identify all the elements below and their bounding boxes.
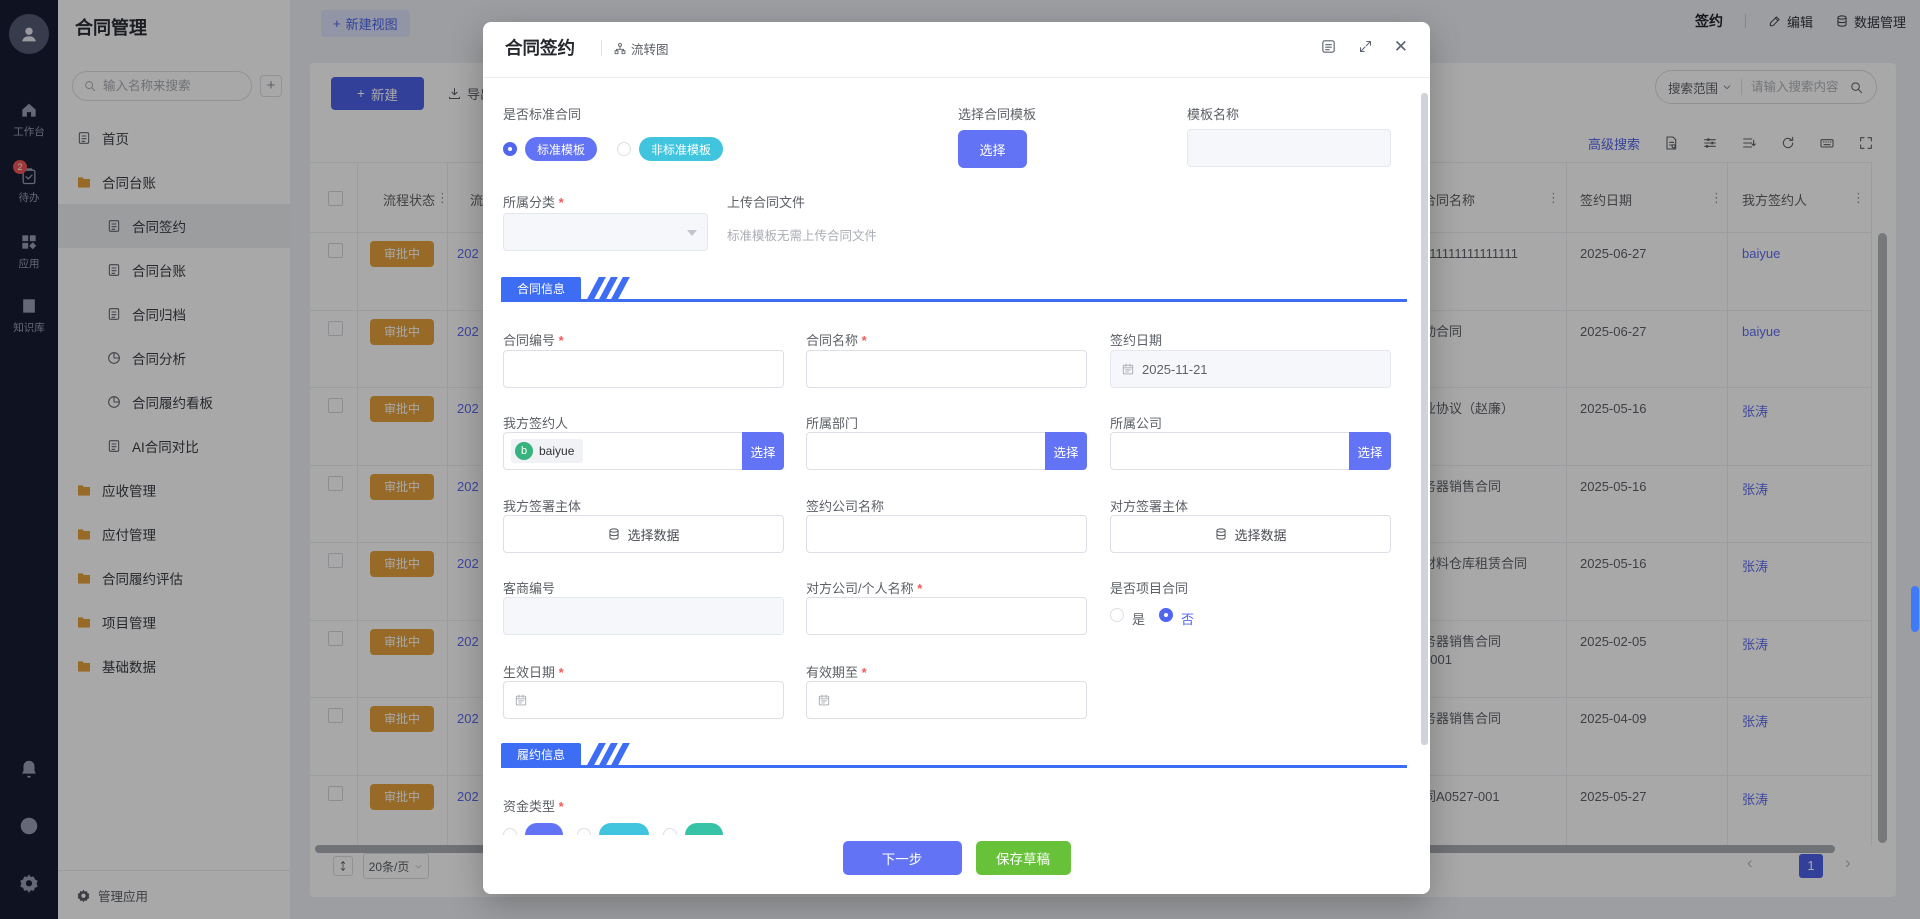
project-yes-radio[interactable] <box>1110 608 1124 622</box>
company-select-button[interactable]: 选择 <box>1349 432 1391 470</box>
sign-company-input[interactable] <box>806 515 1087 553</box>
sign-date-label: 签约日期 <box>1110 330 1162 349</box>
is-project-label: 是否项目合同 <box>1110 578 1188 597</box>
upload-label: 上传合同文件 <box>727 192 805 211</box>
other-name-label: 对方公司/个人名称 <box>806 578 922 597</box>
page-scrollbar-thumb[interactable] <box>1911 586 1919 632</box>
company-field: 选择 <box>1110 432 1391 470</box>
modal-title: 合同签约 <box>505 35 575 60</box>
dept-field: 选择 <box>806 432 1087 470</box>
std-template-radio[interactable] <box>503 142 517 156</box>
modal-header-actions: ✕ <box>1320 38 1408 55</box>
template-name-input[interactable] <box>1187 129 1391 167</box>
category-select[interactable] <box>503 213 708 251</box>
flow-chart-icon <box>613 42 627 56</box>
non-std-template-radio[interactable] <box>617 142 631 156</box>
contract-no-input[interactable] <box>503 350 784 388</box>
project-yes-label: 是 <box>1132 609 1145 628</box>
template-name-label: 模板名称 <box>1187 104 1239 123</box>
project-no-label: 否 <box>1181 609 1194 628</box>
save-draft-button[interactable]: 保存草稿 <box>976 841 1071 875</box>
other-entity-label: 对方签署主体 <box>1110 496 1188 515</box>
company-input[interactable] <box>1110 432 1349 470</box>
effective-date-label: 生效日期 <box>503 662 564 681</box>
sign-date-input[interactable]: 2025-11-21 <box>1110 350 1391 388</box>
dept-select-button[interactable]: 选择 <box>1045 432 1087 470</box>
company-label: 所属公司 <box>1110 413 1162 432</box>
sign-company-label: 签约公司名称 <box>806 496 884 515</box>
our-signer-input[interactable]: b baiyue <box>503 432 742 470</box>
divider <box>601 40 602 56</box>
contract-signing-modal: 合同签约 流转图 ✕ 是否标准合同 标准模板 非标准模板 选择合同模板 选择 模… <box>483 22 1430 894</box>
project-no-radio[interactable] <box>1159 608 1173 622</box>
std-template-tag[interactable]: 标准模板 <box>525 137 597 161</box>
upload-hint: 标准模板无需上传合同文件 <box>727 225 877 244</box>
std-contract-label: 是否标准合同 <box>503 104 581 123</box>
expiry-date-input[interactable] <box>806 681 1087 719</box>
calendar-icon <box>514 693 528 707</box>
our-signer-select-button[interactable]: 选择 <box>742 432 784 470</box>
contract-no-label: 合同编号 <box>503 330 564 349</box>
fund-type-label: 资金类型 <box>503 796 564 815</box>
contract-name-input[interactable] <box>806 350 1087 388</box>
avatar: b <box>515 442 533 460</box>
vendor-no-label: 客商编号 <box>503 578 555 597</box>
database-icon <box>607 527 621 541</box>
dept-label: 所属部门 <box>806 413 858 432</box>
other-entity-select-data[interactable]: 选择数据 <box>1110 515 1391 553</box>
form-view-icon[interactable] <box>1320 38 1337 55</box>
section-performance-info: 履约信息 <box>501 743 1407 768</box>
contract-name-label: 合同名称 <box>806 330 867 349</box>
expand-icon[interactable] <box>1358 39 1373 54</box>
other-name-input[interactable] <box>806 597 1087 635</box>
modal-footer: 下一步 保存草稿 <box>483 835 1430 894</box>
template-select-label: 选择合同模板 <box>958 104 1036 123</box>
chevron-down-icon <box>687 230 697 236</box>
divider <box>483 77 1430 78</box>
expiry-date-label: 有效期至 <box>806 662 867 681</box>
calendar-icon <box>1121 362 1135 376</box>
effective-date-input[interactable] <box>503 681 784 719</box>
vendor-no-input[interactable] <box>503 597 784 635</box>
app-screen: 工作台 2 待办 应用 知识库 合同管理 + 首页 <box>0 0 1920 919</box>
next-step-button[interactable]: 下一步 <box>843 841 962 875</box>
our-signer-field: b baiyue 选择 <box>503 432 784 470</box>
calendar-icon <box>817 693 831 707</box>
close-icon[interactable]: ✕ <box>1394 38 1408 55</box>
our-signer-label: 我方签约人 <box>503 413 568 432</box>
dept-input[interactable] <box>806 432 1045 470</box>
section-contract-info: 合同信息 <box>501 277 1407 302</box>
template-select-button[interactable]: 选择 <box>958 130 1027 168</box>
database-icon <box>1214 527 1228 541</box>
modal-scrollbar-thumb[interactable] <box>1421 93 1428 745</box>
non-std-template-tag[interactable]: 非标准模板 <box>639 137 723 161</box>
our-entity-label: 我方签署主体 <box>503 496 581 515</box>
flow-chart-link[interactable]: 流转图 <box>613 39 669 58</box>
user-chip[interactable]: b baiyue <box>511 439 583 463</box>
category-label: 所属分类 <box>503 192 564 211</box>
our-entity-select-data[interactable]: 选择数据 <box>503 515 784 553</box>
